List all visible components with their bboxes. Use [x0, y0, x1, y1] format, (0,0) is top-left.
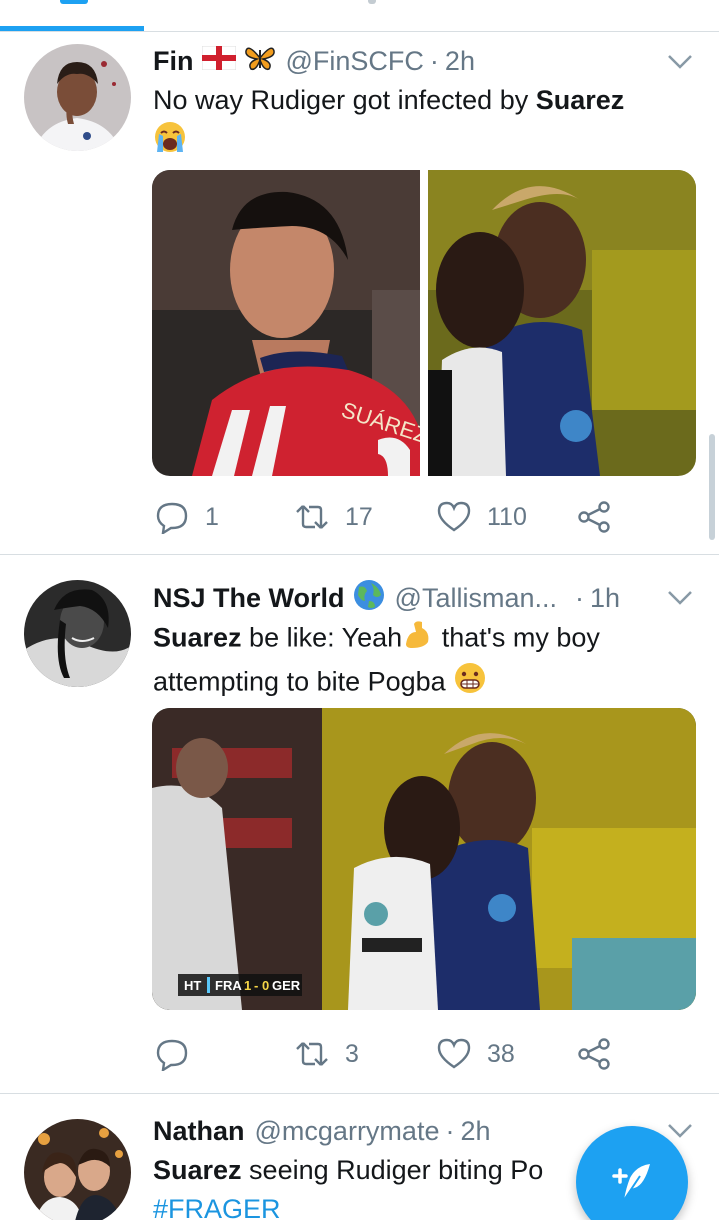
heart-icon [437, 501, 471, 532]
grinning-face-icon [453, 661, 487, 706]
rudiger-pogba-photo[interactable]: HT FRA 1 - 0 GER [152, 708, 696, 1010]
retweet-button[interactable]: 3 [295, 1034, 359, 1074]
heart-icon [437, 1038, 471, 1069]
reply-icon [156, 1039, 188, 1071]
like-count: 38 [487, 1039, 515, 1068]
share-icon [578, 1038, 610, 1070]
score-away: GER [272, 978, 301, 993]
tab-indicator-stub [60, 0, 88, 4]
globe-icon [353, 579, 385, 618]
england-flag-icon [201, 45, 236, 77]
tweet-text-plain: be like: Yeah [241, 622, 403, 653]
active-tab-underline [0, 26, 144, 31]
retweet-button[interactable]: 17 [295, 497, 373, 537]
flexed-biceps-icon [402, 618, 434, 661]
tweet-actions: 3 38 [155, 1034, 625, 1074]
tweet-header: Fin @FinSCFC · 2h [153, 43, 475, 79]
share-icon [578, 501, 610, 533]
reply-button[interactable]: 1 [155, 497, 219, 537]
tweet-text-plain: No way Rudiger got infected by [153, 85, 536, 115]
tweet-actions: 1 17 110 [155, 497, 625, 537]
tweet-time[interactable]: 2h [460, 1116, 490, 1147]
tweet-media[interactable]: HT FRA 1 - 0 GER [152, 708, 696, 1010]
like-button[interactable]: 38 [437, 1034, 515, 1074]
avatar[interactable] [24, 44, 131, 151]
author-handle[interactable]: @FinSCFC [286, 46, 424, 77]
tweet-text-bold: Suarez [535, 85, 625, 115]
tweet-text-bold: Suarez [153, 1155, 242, 1185]
score-home: FRA [215, 978, 242, 993]
scrollbar-thumb[interactable] [709, 434, 715, 540]
score-separator: - [254, 978, 258, 993]
share-button[interactable] [577, 1034, 611, 1074]
tweet-card[interactable]: NSJ The World @Tallisman... · 1h Suarez … [0, 556, 719, 1094]
author-handle[interactable]: @Tallisman... [395, 583, 557, 614]
score-ht: HT [184, 978, 201, 993]
retweet-count: 3 [345, 1039, 359, 1068]
score-away-goals: 0 [262, 978, 269, 993]
hashtag-link[interactable]: #FRAGER [153, 1194, 281, 1220]
author-name[interactable]: Fin [153, 46, 194, 77]
reply-button[interactable] [155, 1034, 205, 1074]
retweet-icon [296, 1042, 328, 1066]
tweet-text: No way Rudiger got infected by Suarez [153, 81, 689, 165]
separator-dot: · [429, 45, 439, 76]
tweet-media[interactable]: SUÁREZ [152, 170, 696, 476]
retweet-count: 17 [345, 502, 373, 531]
avatar-photo [24, 1119, 131, 1220]
tweet-time[interactable]: 1h [590, 583, 620, 614]
tweet-text-plain: attempting to bite Pogba [153, 666, 454, 697]
like-button[interactable]: 110 [437, 497, 527, 537]
separator-dot: · [445, 1115, 455, 1146]
avatar-photo [24, 44, 131, 151]
score-overlay: HT FRA 1 - 0 GER [178, 974, 302, 996]
score-home-goals: 1 [244, 978, 251, 993]
reply-count: 1 [205, 502, 219, 531]
like-count: 110 [487, 502, 527, 531]
author-name[interactable]: NSJ The World [153, 583, 345, 614]
tweet-text: Suarez be like: Yeah that's my boy attem… [153, 618, 689, 706]
butterfly-icon [244, 45, 276, 78]
avatar-photo [24, 580, 131, 687]
compose-tweet-icon [612, 1164, 650, 1201]
author-handle[interactable]: @mcgarrymate [255, 1116, 440, 1147]
tab-divider-stub [368, 0, 376, 4]
chevron-down-icon[interactable] [667, 590, 693, 606]
tweet-text-bold: Suarez [153, 622, 242, 653]
tab-bar[interactable] [0, 0, 719, 32]
reply-icon [156, 502, 188, 534]
pogba-rudiger-photo[interactable] [428, 170, 696, 476]
tweet-text-plain: that's my boy [434, 622, 600, 653]
avatar[interactable] [24, 1119, 131, 1220]
tweet-card[interactable]: Fin @FinSCFC · 2h No way Rudiger got inf… [0, 32, 719, 555]
retweet-icon [296, 505, 328, 529]
loudly-crying-face-icon [153, 120, 187, 165]
chevron-down-icon[interactable] [667, 54, 693, 70]
tweet-text-plain: seeing Rudiger biting Po [241, 1155, 544, 1185]
avatar[interactable] [24, 580, 131, 687]
tweet-header: Nathan @mcgarrymate · 2h [153, 1113, 491, 1149]
share-button[interactable] [577, 497, 611, 537]
chevron-down-icon[interactable] [667, 1123, 693, 1139]
separator-dot: · [574, 582, 584, 613]
author-name[interactable]: Nathan [153, 1116, 245, 1147]
tweet-header: NSJ The World @Tallisman... · 1h [153, 579, 620, 618]
tweet-time[interactable]: 2h [445, 46, 475, 77]
suarez-photo[interactable]: SUÁREZ [152, 170, 431, 476]
